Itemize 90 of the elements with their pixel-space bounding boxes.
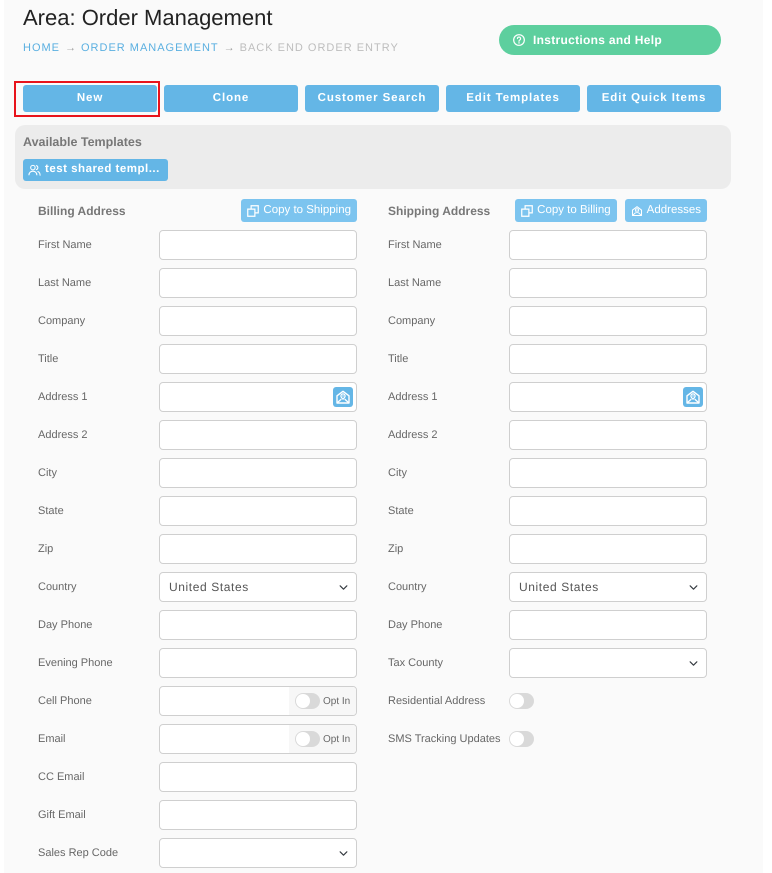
section-button[interactable]: Copy to Billing — [515, 199, 617, 222]
text-input[interactable] — [159, 648, 357, 678]
toggle-switch[interactable] — [509, 693, 534, 709]
field-label: Tax County — [388, 656, 444, 671]
field-label: Last Name — [38, 276, 92, 291]
templates-heading: Available Templates — [23, 134, 143, 150]
text-input[interactable] — [509, 344, 707, 374]
text-input[interactable] — [159, 230, 357, 260]
field-label: City — [388, 466, 408, 481]
toolbar-button[interactable]: Edit Quick Items — [587, 85, 721, 112]
breadcrumb-link[interactable]: HOME — [23, 41, 60, 55]
text-input[interactable] — [159, 800, 357, 830]
select-dropdown[interactable]: United States — [509, 572, 707, 602]
toggle-switch[interactable] — [509, 731, 534, 747]
field-label: Day Phone — [38, 618, 94, 633]
breadcrumb-separator: → — [224, 41, 235, 55]
field-label: Zip — [38, 542, 54, 557]
opt-in-label: Opt In — [323, 694, 350, 708]
text-input[interactable] — [509, 382, 707, 412]
toggle-switch[interactable] — [295, 731, 320, 747]
section-heading: Billing Address — [38, 202, 126, 220]
field-label: Sales Rep Code — [38, 846, 120, 861]
field-label: Address 1 — [388, 390, 439, 405]
template-button[interactable]: test shared templ... — [23, 159, 168, 181]
breadcrumb-separator: → — [65, 41, 76, 55]
page-title: Area: Order Management — [23, 4, 274, 32]
toolbar-button[interactable]: Clone — [164, 85, 298, 112]
help-button[interactable]: Instructions and Help — [499, 25, 721, 55]
select-dropdown[interactable] — [509, 648, 707, 678]
select-dropdown[interactable] — [159, 838, 357, 868]
field-label: State — [38, 504, 65, 519]
text-input[interactable] — [159, 534, 357, 564]
text-input[interactable] — [159, 610, 357, 640]
field-label: Country — [38, 580, 78, 595]
field-label: First Name — [38, 238, 93, 253]
field-label: Zip — [388, 542, 404, 557]
select-dropdown[interactable]: United States — [159, 572, 357, 602]
text-input[interactable] — [159, 458, 357, 488]
text-input[interactable] — [509, 534, 707, 564]
text-input[interactable] — [509, 610, 707, 640]
field-label: City — [38, 466, 58, 481]
envelope-pin-icon[interactable] — [683, 387, 703, 407]
copy-icon — [247, 204, 260, 216]
field-label: Gift Email — [38, 808, 87, 823]
field-label: Company — [38, 314, 86, 329]
field-label: CC Email — [38, 770, 86, 785]
field-label: Day Phone — [388, 618, 444, 633]
field-label: Title — [38, 352, 60, 367]
field-label: Title — [388, 352, 410, 367]
text-input[interactable] — [509, 496, 707, 526]
text-input[interactable] — [159, 268, 357, 298]
field-label: Address 2 — [388, 428, 439, 443]
field-label: Company — [388, 314, 436, 329]
breadcrumb-current: BACK END ORDER ENTRY — [240, 41, 399, 55]
toggle-switch[interactable] — [295, 693, 320, 709]
envelope-pin-icon — [630, 204, 643, 216]
field-label: Last Name — [388, 276, 442, 291]
toolbar-button[interactable]: Customer Search — [305, 85, 439, 112]
text-input[interactable] — [509, 230, 707, 260]
breadcrumb-link[interactable]: ORDER MANAGEMENT — [81, 41, 219, 55]
text-input[interactable] — [509, 306, 707, 336]
text-input[interactable] — [509, 458, 707, 488]
opt-in-label: Opt In — [323, 732, 350, 746]
field-label: Evening Phone — [38, 656, 114, 671]
field-label: First Name — [388, 238, 443, 253]
field-label: Cell Phone — [38, 694, 93, 709]
text-input[interactable] — [159, 420, 357, 450]
field-label: Address 2 — [38, 428, 89, 443]
field-label: State — [388, 504, 415, 519]
section-button[interactable]: Addresses — [624, 199, 707, 222]
people-icon — [28, 164, 41, 176]
text-input[interactable] — [159, 306, 357, 336]
envelope-pin-icon[interactable] — [333, 387, 353, 407]
text-input[interactable] — [509, 420, 707, 450]
field-label: Residential Address — [388, 694, 486, 709]
section-heading: Shipping Address — [388, 202, 490, 220]
help-icon — [513, 34, 525, 46]
copy-icon — [521, 204, 534, 216]
text-input[interactable] — [509, 268, 707, 298]
toolbar-button[interactable]: New — [23, 85, 157, 112]
text-input[interactable] — [159, 762, 357, 792]
text-input[interactable] — [159, 496, 357, 526]
section-button[interactable]: Copy to Shipping — [241, 199, 357, 222]
field-label: Country — [388, 580, 428, 595]
text-input[interactable] — [159, 344, 357, 374]
toolbar-button[interactable]: Edit Templates — [446, 85, 580, 112]
text-input[interactable] — [159, 382, 357, 412]
field-label: SMS Tracking Updates — [388, 732, 502, 747]
field-label: Email — [38, 732, 67, 747]
field-label: Address 1 — [38, 390, 89, 405]
